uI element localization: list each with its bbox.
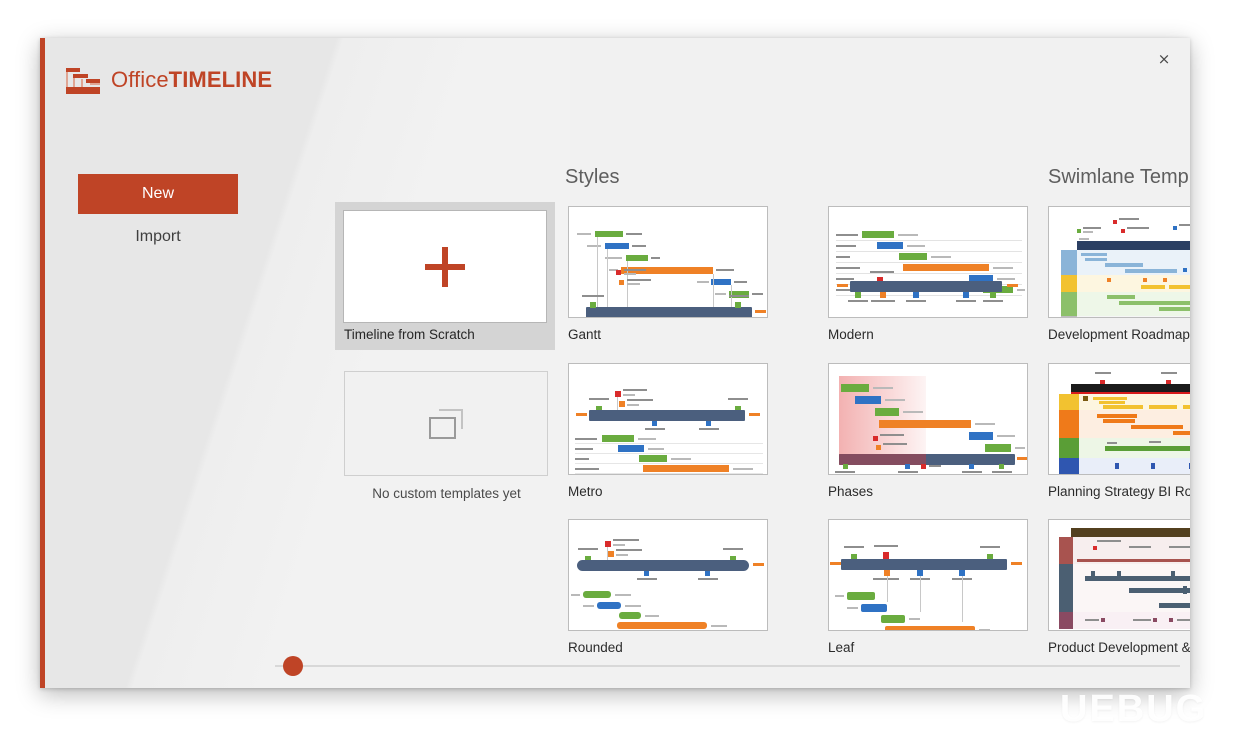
style-label-modern: Modern (828, 327, 874, 342)
style-thumbnail-leaf (828, 519, 1028, 631)
style-card-modern[interactable]: Modern (828, 206, 1028, 342)
swimlane-thumbnail-product-development (1048, 519, 1190, 631)
swimlane-card-development-roadmap[interactable]: Development Roadmap (1048, 206, 1190, 342)
swimlane-card-product-development[interactable]: Product Development & (1048, 519, 1190, 655)
style-thumbnail-gantt (568, 206, 768, 318)
card-timeline-from-scratch[interactable]: Timeline from Scratch (335, 202, 555, 350)
office-timeline-logo-icon (66, 66, 100, 94)
panel-sheen (40, 38, 570, 688)
style-thumbnail-rounded (568, 519, 768, 631)
custom-templates-label: No custom templates yet (372, 486, 521, 501)
style-card-phases[interactable]: Phases (828, 363, 1028, 499)
style-card-metro[interactable]: Metro (568, 363, 768, 499)
style-label-metro: Metro (568, 484, 603, 499)
brand-timeline: TIMELINE (168, 67, 273, 92)
scratch-thumbnail (343, 210, 547, 323)
copy-templates-icon (429, 408, 463, 439)
nav-item-import[interactable]: Import (78, 219, 238, 255)
office-timeline-window: × OfficeTIMELINE New Import Timeline fro… (40, 38, 1190, 688)
swimlane-label-product-development: Product Development & (1048, 640, 1190, 655)
left-accent-bar (40, 38, 45, 688)
style-thumbnail-phases (828, 363, 1028, 475)
style-label-gantt: Gantt (568, 327, 602, 342)
swimlane-label-development-roadmap: Development Roadmap (1048, 327, 1190, 342)
watermark: UEBUG (1060, 688, 1208, 730)
style-card-rounded[interactable]: Rounded (568, 519, 768, 655)
brand-text: OfficeTIMELINE (111, 67, 272, 93)
style-label-leaf: Leaf (828, 640, 855, 655)
style-label-rounded: Rounded (568, 640, 623, 655)
close-icon[interactable]: × (1142, 42, 1186, 76)
style-label-phases: Phases (828, 484, 874, 499)
style-thumbnail-modern (828, 206, 1028, 318)
scrollbar-track[interactable] (275, 665, 1180, 667)
section-title-styles: Styles (565, 166, 620, 188)
brand-logo: OfficeTIMELINE (66, 66, 272, 94)
swimlane-card-planning-strategy[interactable]: Planning Strategy BI Ro (1048, 363, 1190, 499)
brand-office: Office (111, 67, 169, 92)
left-nav: New Import (78, 174, 238, 255)
style-thumbnail-metro (568, 363, 768, 475)
section-title-swimlane: Swimlane Temp (1048, 166, 1189, 188)
swimlane-thumbnail-development-roadmap (1048, 206, 1190, 318)
scratch-label: Timeline from Scratch (344, 327, 475, 342)
swimlane-thumbnail-planning-strategy (1048, 363, 1190, 475)
style-card-leaf[interactable]: Leaf (828, 519, 1028, 655)
nav-item-new[interactable]: New (78, 174, 238, 214)
horizontal-scrollbar[interactable] (275, 656, 1180, 676)
scrollbar-thumb[interactable] (283, 656, 303, 676)
swimlane-label-planning-strategy: Planning Strategy BI Ro (1048, 484, 1190, 499)
plus-icon (425, 246, 465, 287)
style-card-gantt[interactable]: Gantt (568, 206, 768, 342)
card-custom-templates-empty[interactable] (344, 371, 548, 476)
